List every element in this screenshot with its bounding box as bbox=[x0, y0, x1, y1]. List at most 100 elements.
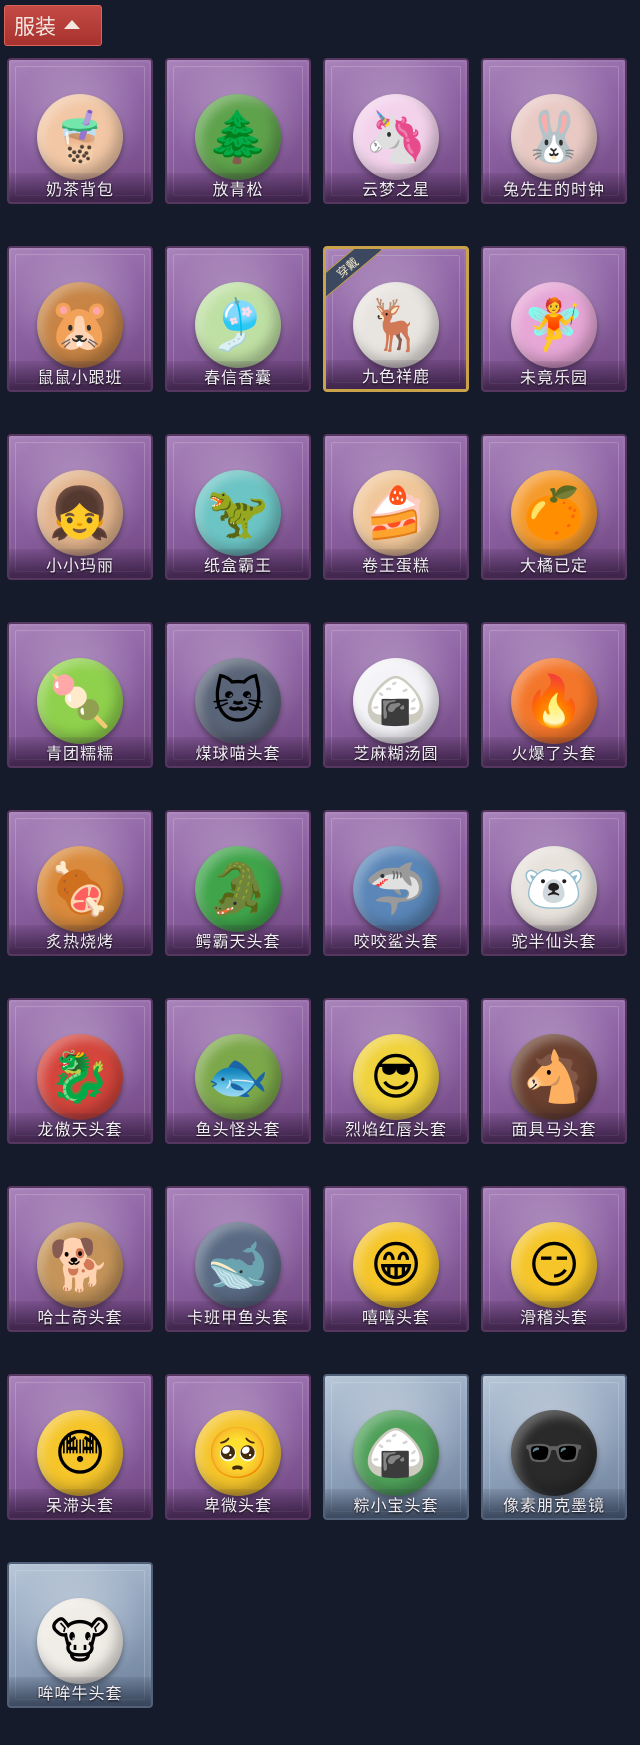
horse-head-icon: 🐴 bbox=[511, 1033, 597, 1120]
cardboard-dino-icon: 🦖 bbox=[195, 469, 281, 556]
outfit-item-card[interactable]: 🦈 咬咬鲨头套 bbox=[323, 810, 469, 956]
orange-slice-icon: 🍊 bbox=[511, 469, 597, 556]
outfit-item-card[interactable]: 👧 小小玛丽 bbox=[7, 434, 153, 580]
outfit-item-label: 滑稽头套 bbox=[483, 1301, 625, 1330]
outfit-item-card[interactable]: 🐋 卡班甲鱼头套 bbox=[165, 1186, 311, 1332]
outfit-item-card[interactable]: 🦖 纸盒霸王 bbox=[165, 434, 311, 580]
deer-icon: 🦌 bbox=[353, 281, 439, 368]
pikachu-head-icon: 😎 bbox=[353, 1033, 439, 1120]
alpaca-head-icon: 🐻‍❄️ bbox=[511, 845, 597, 932]
unicorn-cloud-icon: 🦄 bbox=[353, 93, 439, 180]
outfit-item-label: 九色祥鹿 bbox=[326, 360, 466, 389]
stunned-emoji-icon: 😳 bbox=[37, 1409, 123, 1496]
outfit-item-label: 哞哞牛头套 bbox=[9, 1677, 151, 1706]
outfit-item-label: 煤球喵头套 bbox=[167, 737, 309, 766]
outfit-item-label: 咬咬鲨头套 bbox=[325, 925, 467, 954]
outfit-item-label: 烈焰红唇头套 bbox=[325, 1113, 467, 1142]
outfit-item-card[interactable]: 🍙 芝麻糊汤圆 bbox=[323, 622, 469, 768]
roll-cake-icon: 🍰 bbox=[353, 469, 439, 556]
outfit-item-card[interactable]: 🐕 哈士奇头套 bbox=[7, 1186, 153, 1332]
outfit-item-card[interactable]: 🐴 面具马头套 bbox=[481, 998, 627, 1144]
pine-bonsai-icon: 🌲 bbox=[195, 93, 281, 180]
outfit-item-label: 大橘已定 bbox=[483, 549, 625, 578]
rabbit-clock-icon: 🐰 bbox=[511, 93, 597, 180]
outfit-item-card[interactable]: 🐮 哞哞牛头套 bbox=[7, 1562, 153, 1708]
outfit-item-label: 小小玛丽 bbox=[9, 549, 151, 578]
outfit-item-card[interactable]: 🐉 龙傲天头套 bbox=[7, 998, 153, 1144]
zongzi-head-icon: 🍙 bbox=[353, 1409, 439, 1496]
doll-girl-icon: 🧚 bbox=[511, 281, 597, 368]
outfit-item-label: 芝麻糊汤圆 bbox=[325, 737, 467, 766]
cow-head-icon: 🐮 bbox=[37, 1597, 123, 1684]
outfit-item-card[interactable]: 🐟 鱼头怪头套 bbox=[165, 998, 311, 1144]
outfit-item-label: 火爆了头套 bbox=[483, 737, 625, 766]
outfit-item-card[interactable]: 🍙 粽小宝头套 bbox=[323, 1374, 469, 1520]
outfit-item-card[interactable]: 🍰 卷王蛋糕 bbox=[323, 434, 469, 580]
outfit-item-label: 鳄霸天头套 bbox=[167, 925, 309, 954]
outfit-item-label: 鼠鼠小跟班 bbox=[9, 361, 151, 390]
outfit-item-label: 卷王蛋糕 bbox=[325, 549, 467, 578]
outfit-item-card[interactable]: 🌲 放青松 bbox=[165, 58, 311, 204]
outfit-category-tab[interactable]: 服装 bbox=[4, 5, 102, 46]
shark-head-icon: 🦈 bbox=[353, 845, 439, 932]
outfit-item-card[interactable]: 😳 呆滞头套 bbox=[7, 1374, 153, 1520]
outfit-item-label: 兔先生的时钟 bbox=[483, 173, 625, 202]
grin-emoji-icon: 😁 bbox=[353, 1221, 439, 1308]
outfit-item-label: 奶茶背包 bbox=[9, 173, 151, 202]
outfit-item-card[interactable]: 🐹 鼠鼠小跟班 bbox=[7, 246, 153, 392]
outfit-item-card[interactable]: 🧚 未竟乐园 bbox=[481, 246, 627, 392]
outfit-item-label: 哈士奇头套 bbox=[9, 1301, 151, 1330]
outfit-grid: 🧋 奶茶背包 🌲 放青松 🦄 云梦之星 🐰 兔先生的时钟 🐹 鼠鼠小跟班 🎐 春信香囊 穿戴 🦌 九色祥鹿 🧚… bbox=[7, 58, 627, 1708]
outfit-item-label: 纸盒霸王 bbox=[167, 549, 309, 578]
outfit-item-card[interactable]: 🍖 炙热烧烤 bbox=[7, 810, 153, 956]
green-dumpling-icon: 🍡 bbox=[37, 657, 123, 744]
outfit-item-label: 卑微头套 bbox=[167, 1489, 309, 1518]
outfit-item-label: 呆滞头套 bbox=[9, 1489, 151, 1518]
outfit-item-label: 卡班甲鱼头套 bbox=[167, 1301, 309, 1330]
mary-doll-icon: 👧 bbox=[37, 469, 123, 556]
fish-head-icon: 🐟 bbox=[195, 1033, 281, 1120]
husky-head-icon: 🐕 bbox=[37, 1221, 123, 1308]
crocodile-head-icon: 🐊 bbox=[195, 845, 281, 932]
outfit-item-label: 鱼头怪头套 bbox=[167, 1113, 309, 1142]
outfit-item-label: 面具马头套 bbox=[483, 1113, 625, 1142]
outfit-item-card[interactable]: 🍊 大橘已定 bbox=[481, 434, 627, 580]
fire-head-icon: 🔥 bbox=[511, 657, 597, 744]
outfit-item-card[interactable]: 😎 烈焰红唇头套 bbox=[323, 998, 469, 1144]
outfit-item-card[interactable]: 🧋 奶茶背包 bbox=[7, 58, 153, 204]
outfit-item-label: 嘻嘻头套 bbox=[325, 1301, 467, 1330]
humble-emoji-icon: 🥺 bbox=[195, 1409, 281, 1496]
outfit-item-card[interactable]: 🐰 兔先生的时钟 bbox=[481, 58, 627, 204]
bbq-meat-icon: 🍖 bbox=[37, 845, 123, 932]
dragon-head-icon: 🐉 bbox=[37, 1033, 123, 1120]
outfit-item-card[interactable]: 🎐 春信香囊 bbox=[165, 246, 311, 392]
rice-ball-icon: 🍙 bbox=[353, 657, 439, 744]
outfit-item-card[interactable]: 🐊 鳄霸天头套 bbox=[165, 810, 311, 956]
outfit-item-card[interactable]: 🦄 云梦之星 bbox=[323, 58, 469, 204]
sachet-icon: 🎐 bbox=[195, 281, 281, 368]
outfit-item-label: 春信香囊 bbox=[167, 361, 309, 390]
outfit-item-card[interactable]: 😁 嘻嘻头套 bbox=[323, 1186, 469, 1332]
outfit-item-card[interactable]: 🍡 青团糯糯 bbox=[7, 622, 153, 768]
outfit-item-card[interactable]: 🐻‍❄️ 驼半仙头套 bbox=[481, 810, 627, 956]
outfit-item-label: 未竟乐园 bbox=[483, 361, 625, 390]
outfit-item-card[interactable]: 穿戴 🦌 九色祥鹿 bbox=[323, 246, 469, 392]
outfit-item-card[interactable]: 🔥 火爆了头套 bbox=[481, 622, 627, 768]
pixel-sunglasses-icon: 🕶️ bbox=[511, 1409, 597, 1496]
outfit-item-label: 青团糯糯 bbox=[9, 737, 151, 766]
whale-head-icon: 🐋 bbox=[195, 1221, 281, 1308]
outfit-item-card[interactable]: 🥺 卑微头套 bbox=[165, 1374, 311, 1520]
outfit-tab-label: 服装 bbox=[14, 14, 56, 39]
hamster-icon: 🐹 bbox=[37, 281, 123, 368]
outfit-item-card[interactable]: 😏 滑稽头套 bbox=[481, 1186, 627, 1332]
cat-head-icon: 🐱 bbox=[195, 657, 281, 744]
outfit-item-card[interactable]: 🐱 煤球喵头套 bbox=[165, 622, 311, 768]
outfit-item-label: 像素朋克墨镜 bbox=[483, 1489, 625, 1518]
outfit-item-label: 炙热烧烤 bbox=[9, 925, 151, 954]
outfit-item-label: 粽小宝头套 bbox=[325, 1489, 467, 1518]
outfit-item-label: 驼半仙头套 bbox=[483, 925, 625, 954]
outfit-item-label: 云梦之星 bbox=[325, 173, 467, 202]
smirk-emoji-icon: 😏 bbox=[511, 1221, 597, 1308]
outfit-item-label: 放青松 bbox=[167, 173, 309, 202]
outfit-item-card[interactable]: 🕶️ 像素朋克墨镜 bbox=[481, 1374, 627, 1520]
